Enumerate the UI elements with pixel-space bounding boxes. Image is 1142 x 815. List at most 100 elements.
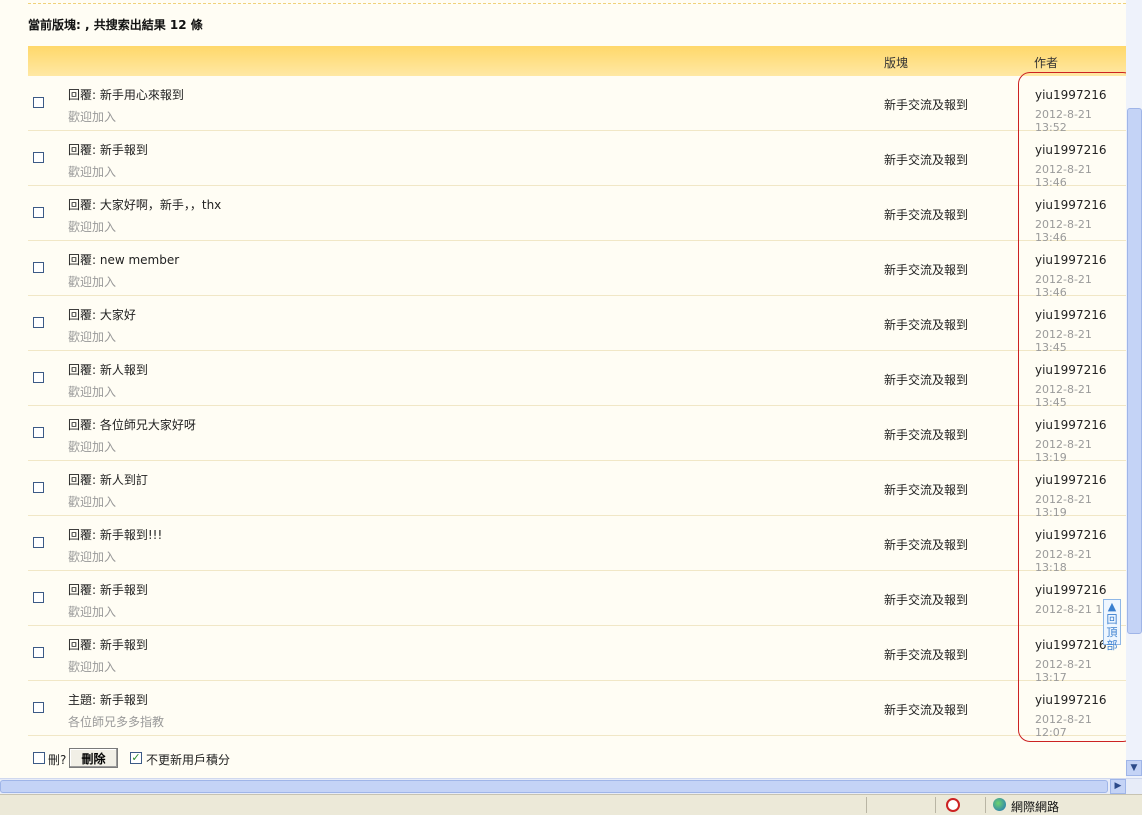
up-arrow-icon: ▲: [1107, 600, 1117, 613]
header-forum: 版塊: [884, 56, 909, 70]
row-select-checkbox[interactable]: [33, 262, 44, 273]
post-title-link[interactable]: 回覆: 新手報到: [68, 636, 148, 653]
post-date: 2012-8-21 13:: [1035, 603, 1114, 616]
scroll-down-arrow-icon[interactable]: ▼: [1126, 760, 1142, 776]
forum-name-link[interactable]: 新手交流及報到: [884, 206, 968, 223]
post-title-link[interactable]: 回覆: 大家好: [68, 306, 136, 323]
security-zone-label: 網際網路: [1011, 800, 1060, 814]
status-divider: [935, 797, 936, 813]
table-row: 回覆: 新手報到 歡迎加入 新手交流及報到 yiu1997216 2012-8-21 1…: [28, 626, 1126, 684]
back-to-top-button[interactable]: ▲ 回頂部: [1103, 599, 1121, 652]
keep-points-label: 不更新用戶積分: [146, 753, 231, 767]
forum-name-link[interactable]: 新手交流及報到: [884, 151, 968, 168]
table-row: 回覆: 新手報到!!! 歡迎加入 新手交流及報到 yiu1997216 2012-8-2…: [28, 516, 1126, 574]
popup-blocked-icon[interactable]: [946, 798, 960, 812]
author-link[interactable]: yiu1997216: [1035, 198, 1106, 212]
table-row: 回覆: new member 歡迎加入 新手交流及報到 yiu1997216 2012-…: [28, 241, 1126, 299]
post-title-link[interactable]: 回覆: 新手報到: [68, 141, 148, 158]
back-to-top-label: 回頂部: [1106, 613, 1118, 652]
forum-name-link[interactable]: 新手交流及報到: [884, 591, 968, 608]
forum-name-link[interactable]: 新手交流及報到: [884, 316, 968, 333]
horizontal-scrollbar[interactable]: ▶: [0, 778, 1142, 795]
status-bar: 網際網路: [0, 794, 1142, 815]
vertical-scrollbar[interactable]: ▼: [1126, 0, 1142, 778]
post-excerpt: 歡迎加入: [68, 440, 117, 454]
post-title-link[interactable]: 回覆: 大家好啊，新手，，thx: [68, 196, 221, 213]
table-row: 回覆: 各位師兄大家好呀 歡迎加入 新手交流及報到 yiu1997216 2012-8-…: [28, 406, 1126, 464]
post-excerpt: 歡迎加入: [68, 330, 117, 344]
table-row: 回覆: 新手用心來報到 歡迎加入 新手交流及報到 yiu1997216 2012-8-2…: [28, 76, 1126, 134]
post-excerpt: 歡迎加入: [68, 495, 117, 509]
forum-name-link[interactable]: 新手交流及報到: [884, 261, 968, 278]
post-excerpt: 歡迎加入: [68, 275, 117, 289]
scroll-right-arrow-icon[interactable]: ▶: [1110, 779, 1126, 794]
vertical-scroll-thumb[interactable]: [1127, 108, 1142, 634]
post-title-link[interactable]: 回覆: 各位師兄大家好呀: [68, 416, 196, 433]
author-link[interactable]: yiu1997216: [1035, 693, 1106, 707]
select-all-checkbox[interactable]: [33, 752, 45, 764]
keep-points-checkbox[interactable]: ✓: [130, 752, 142, 764]
author-link[interactable]: yiu1997216: [1035, 418, 1106, 432]
table-row: 主題: 新手報到各位師兄多多指教 新手交流及報到 yiu1997216 2012-8-…: [28, 681, 1126, 739]
horizontal-scroll-thumb[interactable]: [0, 780, 1108, 793]
status-divider: [866, 797, 867, 813]
post-excerpt: 歡迎加入: [68, 385, 117, 399]
table-row: 回覆: 新人報到 歡迎加入 新手交流及報到 yiu1997216 2012-8-21 1…: [28, 351, 1126, 409]
post-excerpt: 歡迎加入: [68, 660, 117, 674]
post-title-link[interactable]: 回覆: 新手用心來報到: [68, 86, 184, 103]
forum-name-link[interactable]: 新手交流及報到: [884, 701, 968, 718]
row-select-checkbox[interactable]: [33, 372, 44, 383]
post-excerpt: 歡迎加入: [68, 110, 117, 124]
row-select-checkbox[interactable]: [33, 317, 44, 328]
post-title-link[interactable]: 回覆: 新人到訂: [68, 471, 148, 488]
row-select-checkbox[interactable]: [33, 427, 44, 438]
post-date: 2012-8-21 12:07: [1035, 713, 1092, 739]
table-row: 回覆: 新人到訂 歡迎加入 新手交流及報到 yiu1997216 2012-8-21 1…: [28, 461, 1126, 519]
forum-name-link[interactable]: 新手交流及報到: [884, 646, 968, 663]
results-table: 回覆: 新手用心來報到 歡迎加入 新手交流及報到 yiu1997216 2012-8-2…: [28, 76, 1126, 739]
author-link[interactable]: yiu1997216: [1035, 473, 1106, 487]
forum-name-link[interactable]: 新手交流及報到: [884, 371, 968, 388]
table-header: 版塊 作者: [28, 46, 1126, 76]
forum-name-link[interactable]: 新手交流及報到: [884, 481, 968, 498]
author-link[interactable]: yiu1997216: [1035, 253, 1106, 267]
table-row: 回覆: 新手報到 歡迎加入 新手交流及報到 yiu1997216 2012-8-21 1…: [28, 131, 1126, 189]
author-link[interactable]: yiu1997216: [1035, 363, 1106, 377]
row-select-checkbox[interactable]: [33, 97, 44, 108]
row-select-checkbox[interactable]: [33, 592, 44, 603]
author-link[interactable]: yiu1997216: [1035, 88, 1106, 102]
post-title-link[interactable]: 回覆: 新手報到!!!: [68, 526, 162, 543]
row-select-checkbox[interactable]: [33, 482, 44, 493]
forum-name-link[interactable]: 新手交流及報到: [884, 96, 968, 113]
search-summary: 當前版塊: , 共搜索出結果 12 條: [28, 18, 203, 32]
forum-name-link[interactable]: 新手交流及報到: [884, 426, 968, 443]
author-link[interactable]: yiu1997216: [1035, 583, 1106, 597]
table-row: 回覆: 大家好啊，新手，，thx 歡迎加入 新手交流及報到 yiu1997216 201…: [28, 186, 1126, 244]
table-row: 回覆: 新手報到 歡迎加入 新手交流及報到 yiu1997216 2012-8-21 1…: [28, 571, 1126, 626]
internet-zone-icon: [993, 798, 1006, 811]
row-select-checkbox[interactable]: [33, 207, 44, 218]
post-excerpt: 歡迎加入: [68, 165, 117, 179]
post-excerpt: 歡迎加入: [68, 605, 117, 619]
author-link[interactable]: yiu1997216: [1035, 528, 1106, 542]
delete-question-label: 刪?: [48, 753, 67, 767]
status-divider: [985, 797, 986, 813]
forum-name-link[interactable]: 新手交流及報到: [884, 536, 968, 553]
post-title-link[interactable]: 回覆: 新手報到: [68, 581, 148, 598]
row-select-checkbox[interactable]: [33, 647, 44, 658]
row-select-checkbox[interactable]: [33, 537, 44, 548]
top-divider: [28, 0, 1126, 4]
post-title-link[interactable]: 回覆: new member: [68, 251, 179, 268]
delete-button[interactable]: 刪除: [69, 748, 118, 768]
header-author: 作者: [1034, 56, 1059, 70]
post-excerpt: 各位師兄多多指教: [68, 715, 165, 729]
author-link[interactable]: yiu1997216: [1035, 308, 1106, 322]
row-select-checkbox[interactable]: [33, 152, 44, 163]
post-excerpt: 歡迎加入: [68, 220, 117, 234]
row-select-checkbox[interactable]: [33, 702, 44, 713]
post-title-link[interactable]: 主題: 新手報到: [68, 691, 148, 708]
author-link[interactable]: yiu1997216: [1035, 638, 1106, 652]
author-link[interactable]: yiu1997216: [1035, 143, 1106, 157]
post-title-link[interactable]: 回覆: 新人報到: [68, 361, 148, 378]
table-row: 回覆: 大家好 歡迎加入 新手交流及報到 yiu1997216 2012-8-21 13…: [28, 296, 1126, 354]
